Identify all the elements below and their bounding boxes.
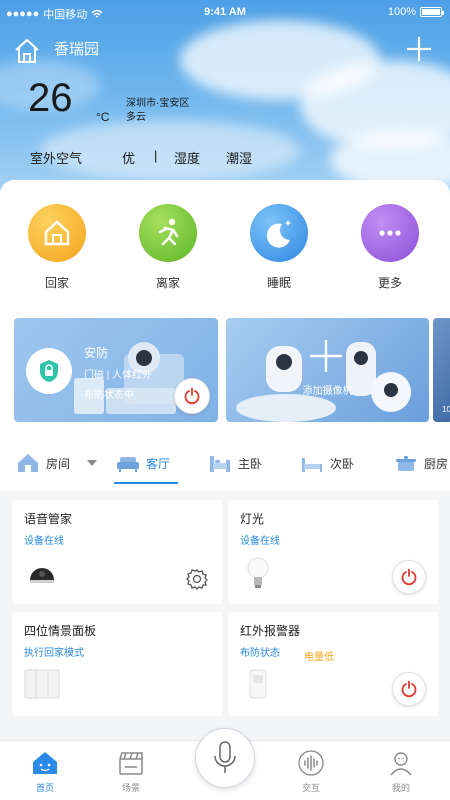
clapperboard-icon	[119, 752, 143, 775]
device-card-light[interactable]: 灯光 设备在线	[228, 500, 438, 604]
chevron-down-icon	[87, 460, 98, 466]
home-icon[interactable]	[14, 38, 40, 64]
tab-second-bedroom[interactable]: 次卧	[300, 452, 354, 474]
tab-label: 客厅	[146, 456, 171, 471]
humidity-label: 湿度	[174, 151, 201, 166]
security-power-button[interactable]	[174, 378, 210, 414]
add-camera-icon	[310, 340, 342, 372]
nav-label: 首页	[35, 783, 54, 793]
mode-away[interactable]: 离家	[128, 204, 208, 291]
room-dropdown-label: 房间	[46, 456, 71, 471]
microphone-icon	[214, 741, 236, 773]
device-state: 布防状态	[240, 648, 280, 659]
location: 深圳市·宝安区	[126, 98, 190, 109]
user-icon	[390, 752, 412, 776]
moon-icon	[250, 204, 308, 262]
next-banner[interactable]: 10	[433, 318, 450, 422]
more-icon	[361, 204, 419, 262]
nav-profile[interactable]: 我的	[376, 749, 426, 794]
security-banner[interactable]: 安防 门磁 | 人体红外 布防状态中	[14, 318, 218, 422]
sofa-icon	[117, 457, 139, 472]
air-label: 室外空气	[30, 151, 83, 166]
mode-label: 睡眠	[266, 276, 291, 290]
separator: |	[154, 148, 158, 163]
device-state: 设备在线	[240, 536, 280, 547]
security-devices: 门磁 | 人体红外	[84, 370, 153, 381]
temperature-unit: °C	[96, 110, 110, 124]
air-value: 优	[122, 151, 136, 166]
power-icon	[184, 387, 200, 405]
pot-icon	[396, 456, 416, 471]
tab-label: 厨房	[424, 456, 449, 471]
security-title: 安防	[84, 346, 109, 360]
device-card-infrared-alarm[interactable]: 红外报警器 布防状态 电量低	[228, 612, 438, 716]
home-icon	[28, 204, 86, 262]
light-bulb-icon	[247, 557, 269, 588]
next-banner-label: 10	[442, 405, 450, 414]
alarm-power-button[interactable]	[392, 672, 426, 706]
device-name: 红外报警器	[240, 624, 301, 638]
device-state: 设备在线	[24, 536, 64, 547]
tab-kitchen[interactable]: 厨房	[394, 452, 448, 474]
nav-label: 场景	[121, 783, 140, 793]
device-card-scene-panel[interactable]: 四位情景面板 执行回家模式	[12, 612, 222, 716]
nav-scenes[interactable]: 场景	[106, 749, 156, 794]
switch-panel-icon	[24, 669, 60, 699]
tab-master-bedroom[interactable]: 主卧	[208, 452, 262, 474]
mode-home[interactable]: 回家	[17, 204, 97, 291]
active-tab-indicator	[114, 482, 178, 484]
weather-condition: 多云	[126, 112, 146, 123]
mode-label: 离家	[155, 276, 180, 290]
add-camera-label: 添加摄像机	[302, 386, 353, 397]
security-status: 布防状态中	[84, 390, 134, 401]
home-face-icon	[33, 752, 57, 774]
device-card-voice-assistant[interactable]: 语音管家 设备在线	[12, 500, 222, 604]
room-tabs: 房间 客厅 主卧 次卧 厨房	[0, 448, 450, 488]
house-icon	[18, 454, 38, 472]
nav-label: 交互	[301, 783, 320, 793]
tab-living-room[interactable]: 客厅	[116, 452, 170, 474]
infrared-sensor-icon	[249, 669, 267, 699]
add-icon[interactable]	[406, 36, 432, 62]
power-icon	[401, 680, 417, 698]
device-name: 四位情景面板	[24, 624, 97, 638]
smart-speaker-icon	[30, 568, 54, 583]
tab-label: 次卧	[330, 456, 355, 471]
status-bar: ●●●●● 中国移动 9:41 AM 100%	[0, 0, 450, 24]
mode-label: 更多	[377, 276, 402, 290]
scene-modes: 回家 离家 睡眠 更多	[0, 204, 450, 294]
light-power-button[interactable]	[392, 560, 426, 594]
battery-percent: 100%	[387, 6, 416, 18]
single-bed-icon	[302, 458, 322, 472]
home-name[interactable]: 香瑞园	[54, 38, 99, 59]
battery-low-badge: 电量低	[304, 652, 334, 663]
camera-banner[interactable]: 添加摄像机	[226, 318, 429, 422]
mode-sleep[interactable]: 睡眠	[239, 204, 319, 291]
nav-home[interactable]: 首页	[20, 749, 70, 794]
mode-more[interactable]: 更多	[350, 204, 430, 291]
tab-label: 主卧	[238, 456, 263, 471]
device-state: 执行回家模式	[24, 648, 84, 659]
device-grid: 语音管家 设备在线 灯光 设备在线 四位情景面板 执行回家模式 红外报警器 布防…	[0, 490, 450, 740]
voice-input-button[interactable]	[195, 728, 255, 788]
settings-icon[interactable]	[186, 568, 208, 590]
device-name: 语音管家	[24, 512, 73, 526]
nav-interaction[interactable]: 交互	[286, 749, 336, 794]
humidity-value: 潮湿	[226, 151, 253, 166]
voice-wave-icon	[298, 750, 324, 776]
nav-label: 我的	[391, 783, 410, 793]
shield-icon	[26, 348, 72, 394]
device-name: 灯光	[240, 512, 265, 526]
running-icon	[139, 204, 197, 262]
temperature: 26	[28, 76, 73, 120]
battery-icon	[420, 7, 444, 17]
room-dropdown[interactable]: 房间	[16, 452, 98, 474]
clock: 9:41 AM	[204, 6, 246, 18]
power-icon	[401, 568, 417, 586]
mode-label: 回家	[44, 276, 69, 290]
bed-icon	[210, 456, 230, 472]
